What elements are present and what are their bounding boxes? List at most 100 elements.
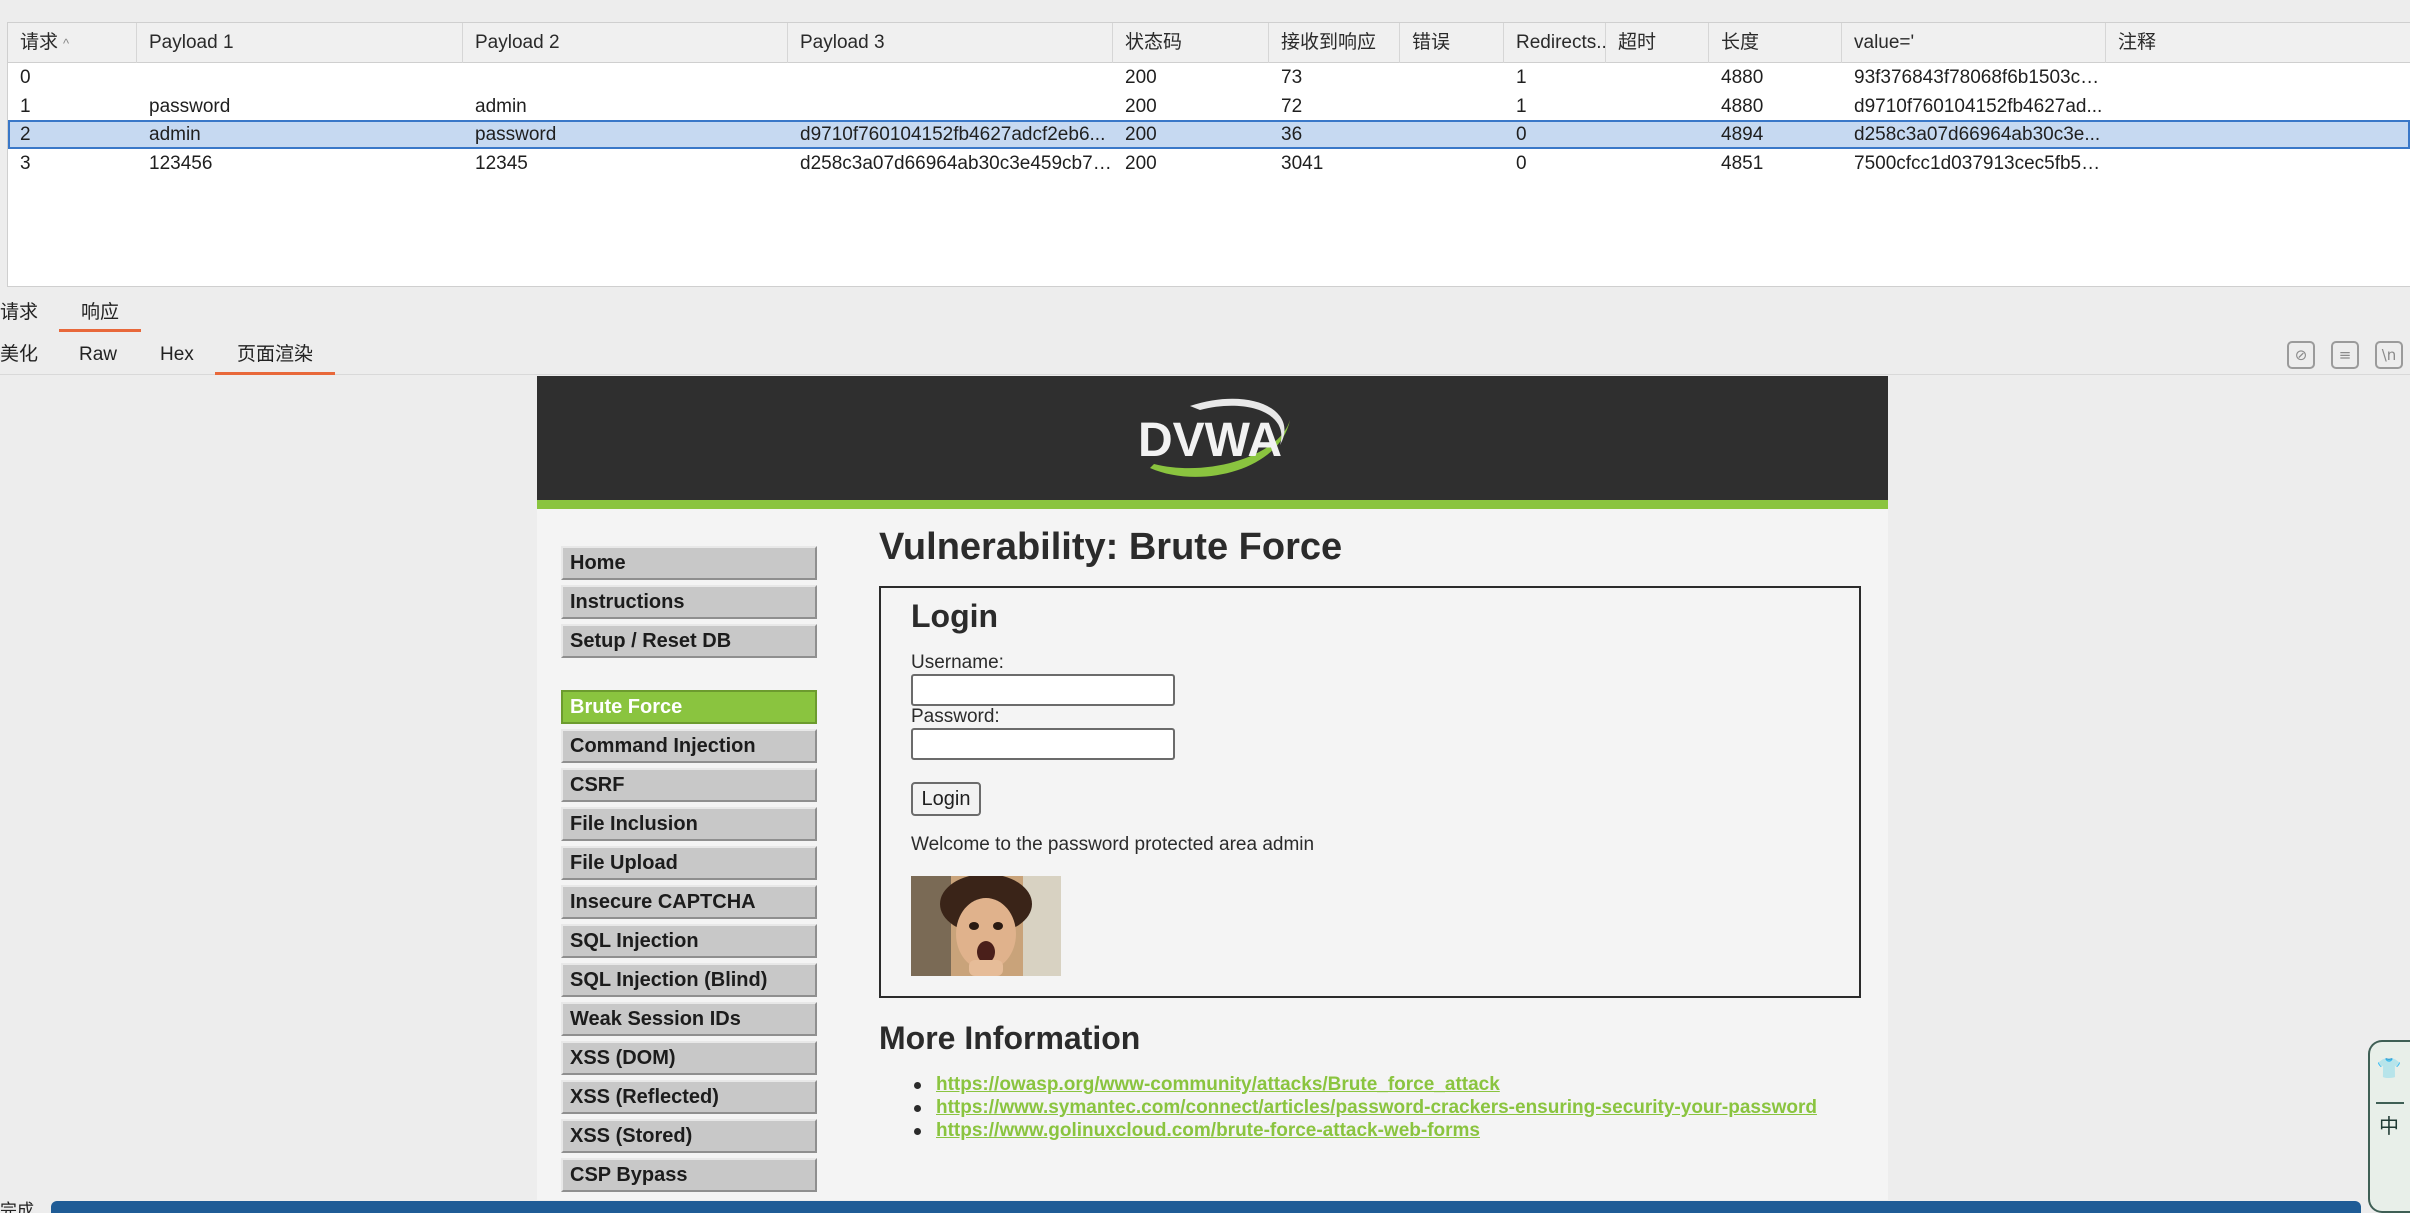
cell-redirects: 1 [1516, 67, 1527, 88]
dvwa-logo-text: DVWA [1138, 414, 1282, 467]
list-item: https://www.golinuxcloud.com/brute-force… [912, 1120, 1817, 1143]
link-owasp-brute-force[interactable]: https://owasp.org/www-community/attacks/… [936, 1074, 1500, 1095]
cell-timeout [1606, 94, 1709, 119]
menu-item-insecure-captcha[interactable]: Insecure CAPTCHA [561, 885, 817, 919]
cell-value-grep: d258c3a07d66964ab30c3e... [1854, 124, 2101, 145]
newline-icon[interactable]: \n [2375, 341, 2403, 369]
column-header-response-received[interactable]: 接收到响应 [1269, 23, 1400, 63]
menu-item-setup-reset-db[interactable]: Setup / Reset DB [561, 624, 817, 658]
menu-item-brute-force[interactable]: Brute Force [561, 690, 817, 724]
cell-length: 4880 [1721, 95, 1764, 117]
ime-mode-label[interactable]: 中 [2375, 1112, 2403, 1140]
menu-item-file-inclusion[interactable]: File Inclusion [561, 807, 817, 841]
cell-redirects: 1 [1516, 95, 1527, 117]
menu-item-xss-reflected[interactable]: XSS (Reflected) [561, 1080, 817, 1114]
column-header-request[interactable]: 请求 ^ [8, 23, 137, 63]
results-table-header: 请求 ^ Payload 1 Payload 2 Payload 3 状态码 接收… [8, 23, 2410, 63]
cell-payload-1 [137, 65, 463, 90]
side-widget-divider [2376, 1102, 2404, 1104]
menu-item-home[interactable]: Home [561, 546, 817, 580]
column-header-error[interactable]: 错误 [1400, 23, 1504, 63]
cell-comment [2106, 122, 2410, 147]
menu-item-csp-bypass[interactable]: CSP Bypass [561, 1158, 817, 1192]
side-widget[interactable]: 👕 中 [2368, 1040, 2410, 1213]
table-row[interactable]: 2 admin password d9710f760104152fb4627adcf2… [8, 120, 2410, 149]
password-input[interactable] [911, 728, 1175, 760]
column-header-value-grep[interactable]: value=' [1842, 23, 2106, 63]
eye-off-icon[interactable]: ⊘ [2287, 341, 2315, 369]
column-header-payload-3[interactable]: Payload 3 [788, 23, 1113, 63]
table-row[interactable]: 3 123456 12345 d258c3a07d66964ab30c3e459cb7… [8, 149, 2410, 178]
tab-request[interactable]: 请求 [0, 296, 38, 332]
cell-redirects: 0 [1516, 152, 1527, 174]
cell-response-received: 73 [1281, 67, 1303, 88]
tab-hex[interactable]: Hex [160, 337, 194, 375]
tab-response[interactable]: 响应 [58, 296, 142, 332]
cell-comment [2106, 94, 2410, 119]
cell-payload-3 [788, 94, 1113, 119]
tab-pretty[interactable]: 美化 [0, 337, 38, 375]
cell-length: 4851 [1721, 152, 1764, 174]
tab-raw[interactable]: Raw [79, 337, 117, 375]
column-header-comment[interactable]: 注释 [2106, 23, 2410, 63]
column-header-timeout[interactable]: 超时 [1606, 23, 1709, 63]
cell-payload-1: admin [149, 124, 201, 145]
cell-length: 4880 [1721, 67, 1764, 88]
cell-redirects: 0 [1516, 124, 1527, 145]
login-box: Login Username: Password: Login Welcome … [879, 586, 1861, 998]
cell-status-code: 200 [1125, 67, 1157, 88]
cell-request: 1 [20, 95, 31, 117]
results-table: 请求 ^ Payload 1 Payload 2 Payload 3 状态码 接收… [7, 22, 2410, 287]
username-label: Username: [911, 652, 1004, 673]
cell-payload-1: 123456 [149, 152, 213, 174]
column-header-payload-1[interactable]: Payload 1 [137, 23, 463, 63]
header-accent-line [537, 500, 1888, 509]
cell-response-received: 36 [1281, 124, 1303, 145]
menu-item-xss-dom[interactable]: XSS (DOM) [561, 1041, 817, 1075]
cell-error [1400, 122, 1504, 147]
menu-item-weak-session-ids[interactable]: Weak Session IDs [561, 1002, 817, 1036]
shirt-icon[interactable]: 👕 [2375, 1054, 2403, 1082]
cell-error [1400, 151, 1504, 176]
tab-render[interactable]: 页面渲染 [214, 337, 336, 375]
cell-value-grep: d9710f760104152fb4627ad... [1854, 95, 2103, 117]
column-header-length[interactable]: 长度 [1709, 23, 1842, 63]
table-row[interactable]: 0 200 73 1 4880 93f376843f78068f6b1503cd... [8, 63, 2410, 92]
link-golinuxcloud-brute-force[interactable]: https://www.golinuxcloud.com/brute-force… [936, 1120, 1480, 1141]
column-header-redirects[interactable]: Redirects... [1504, 23, 1606, 63]
cell-timeout [1606, 151, 1709, 176]
password-label: Password: [911, 706, 1000, 727]
username-input[interactable] [911, 674, 1175, 706]
menu-item-xss-stored[interactable]: XSS (Stored) [561, 1119, 817, 1153]
link-symantec-password-crackers[interactable]: https://www.symantec.com/connect/article… [936, 1097, 1817, 1118]
cell-response-received: 3041 [1281, 152, 1324, 174]
cell-payload-3 [788, 65, 1113, 90]
menu-item-file-upload[interactable]: File Upload [561, 846, 817, 880]
cell-payload-2: password [475, 124, 557, 145]
table-row[interactable]: 1 password admin 200 72 1 4880 d9710f760104152f… [8, 92, 2410, 121]
column-header-status-code[interactable]: 状态码 [1113, 23, 1269, 63]
status-label: 完成 [0, 1201, 34, 1213]
welcome-message: Welcome to the password protected area a… [911, 834, 1315, 855]
menu-item-csrf[interactable]: CSRF [561, 768, 817, 802]
cell-status-code: 200 [1125, 95, 1157, 117]
menu-item-sql-injection-blind[interactable]: SQL Injection (Blind) [561, 963, 817, 997]
login-title: Login [911, 598, 999, 634]
login-button[interactable]: Login [911, 782, 981, 816]
menu-item-instructions[interactable]: Instructions [561, 585, 817, 619]
wrap-lines-icon[interactable]: ≡ [2331, 341, 2359, 369]
results-table-body: 0 200 73 1 4880 93f376843f78068f6b1503cd... 1 p… [8, 63, 2410, 177]
cell-payload-1: password [149, 95, 231, 117]
cell-value-grep: 7500cfcc1d037913cec5fb5c... [1854, 152, 2106, 174]
column-header-payload-2[interactable]: Payload 2 [463, 23, 788, 63]
menu-item-sql-injection[interactable]: SQL Injection [561, 924, 817, 958]
dvwa-header: DVWA [537, 376, 1888, 500]
cell-request: 3 [20, 152, 31, 174]
list-item: https://owasp.org/www-community/attacks/… [912, 1074, 1817, 1097]
cell-payload-3: d9710f760104152fb4627adcf2eb6... [800, 124, 1106, 145]
cell-request: 2 [20, 124, 31, 145]
menu-item-command-injection[interactable]: Command Injection [561, 729, 817, 763]
more-information-title: More Information [879, 1020, 1141, 1056]
cell-error [1400, 94, 1504, 119]
more-information-links: https://owasp.org/www-community/attacks/… [912, 1074, 1817, 1143]
